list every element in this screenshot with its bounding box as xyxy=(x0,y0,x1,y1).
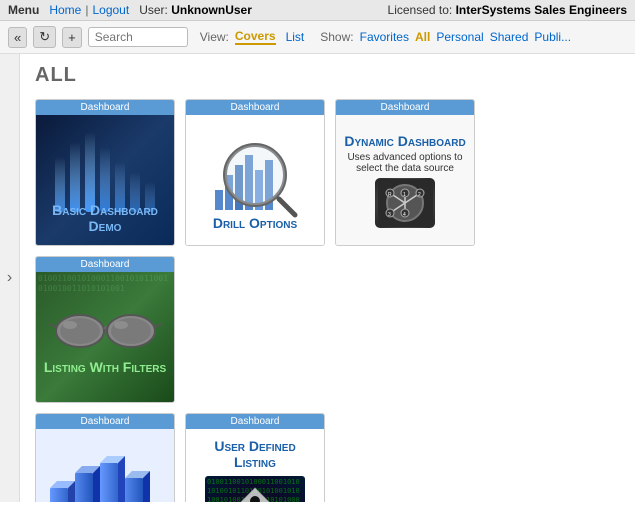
show-all-button[interactable]: All xyxy=(415,30,430,44)
card-title-3: Dynamic Dashboard xyxy=(344,133,465,149)
card-body-5: Real Time Updates xyxy=(36,429,174,502)
svg-text:R: R xyxy=(388,192,392,198)
search-input[interactable] xyxy=(88,27,188,47)
udl-image: 0100110010100011001010101001011010010100… xyxy=(205,476,305,503)
home-link[interactable]: Home xyxy=(49,3,81,17)
card-title-6: User Defined Listing xyxy=(192,438,318,470)
refresh-button[interactable]: ↻ xyxy=(33,26,56,48)
person-svg xyxy=(215,483,295,502)
add-button[interactable]: + xyxy=(62,27,82,48)
show-favorites-button[interactable]: Favorites xyxy=(360,30,409,44)
card-header-1: Dashboard xyxy=(36,100,174,115)
main-content: › All Dashboard xyxy=(0,54,635,502)
show-shared-button[interactable]: Shared xyxy=(490,30,529,44)
gear-svg: R 1 2 3 4 xyxy=(378,179,433,227)
logout-link[interactable]: Logout xyxy=(92,3,129,17)
card-basic-dashboard[interactable]: Dashboard xyxy=(35,99,175,246)
username: UnknownUser xyxy=(171,3,252,17)
card-header-5: Dashboard xyxy=(36,414,174,429)
card-body-3: Dynamic Dashboard Uses advanced options … xyxy=(336,115,474,245)
cards-row1: Dashboard xyxy=(35,99,620,403)
card-body-1: Basic Dashboard Demo xyxy=(36,115,174,245)
content-area: All Dashboard xyxy=(20,54,635,502)
menu-bar: Menu Home | Logout User: UnknownUser Lic… xyxy=(0,0,635,21)
card-subtitle-3: Uses advanced options to select the data… xyxy=(342,152,468,174)
card-listing-filters[interactable]: Dashboard xyxy=(35,256,175,403)
drill-options-svg xyxy=(200,130,310,220)
light-beams-svg xyxy=(50,127,160,212)
card-header-4: Dashboard xyxy=(36,257,174,272)
section-title: All xyxy=(35,64,620,87)
show-personal-button[interactable]: Personal xyxy=(436,30,483,44)
show-public-button[interactable]: Publi... xyxy=(534,30,571,44)
card-realtime[interactable]: Dashboard xyxy=(35,413,175,502)
card-body-2: Drill Options xyxy=(186,115,324,245)
card-user-defined[interactable]: Dashboard User Defined Listing 010011001… xyxy=(185,413,325,502)
sidebar-toggle[interactable]: › xyxy=(0,54,20,502)
license-info: Licensed to: InterSystems Sales Engineer… xyxy=(388,3,627,17)
card-title-2: Drill Options xyxy=(213,215,297,231)
gear-image: R 1 2 3 4 xyxy=(375,178,435,228)
view-covers-button[interactable]: Covers xyxy=(235,29,276,45)
card-header-6: Dashboard xyxy=(186,414,324,429)
card-header-2: Dashboard xyxy=(186,100,324,115)
card-drill-options[interactable]: Dashboard xyxy=(185,99,325,246)
nav-divider: | xyxy=(85,3,88,17)
view-label: View: xyxy=(200,30,229,44)
card-title-4: Listing with Filters xyxy=(44,359,166,375)
user-info: User: UnknownUser xyxy=(139,3,252,17)
nav-links: Home | Logout xyxy=(49,3,129,17)
card-body-4: 0100110010100011001010110010100100110101… xyxy=(36,272,174,402)
toolbar: « ↻ + View: Covers List Show: Favorites … xyxy=(0,21,635,54)
license-name: InterSystems Sales Engineers xyxy=(456,3,627,17)
svg-text:1: 1 xyxy=(403,192,406,198)
view-list-button[interactable]: List xyxy=(286,30,305,44)
cards-row2: Dashboard xyxy=(35,413,620,502)
svg-text:3: 3 xyxy=(388,212,391,218)
realtime-svg xyxy=(45,448,165,503)
back-button[interactable]: « xyxy=(8,27,27,48)
svg-text:4: 4 xyxy=(403,212,406,218)
menu-button[interactable]: Menu xyxy=(8,3,39,17)
card-header-3: Dashboard xyxy=(336,100,474,115)
binary-bg: 0100110010100011001010110010100100110101… xyxy=(36,272,174,402)
card-body-6: User Defined Listing 0100110010100011001… xyxy=(186,429,324,502)
svg-text:2: 2 xyxy=(418,192,421,198)
show-label: Show: xyxy=(320,30,353,44)
card-title-1: Basic Dashboard Demo xyxy=(42,202,168,234)
card-dynamic-dashboard[interactable]: Dashboard Dynamic Dashboard Uses advance… xyxy=(335,99,475,246)
